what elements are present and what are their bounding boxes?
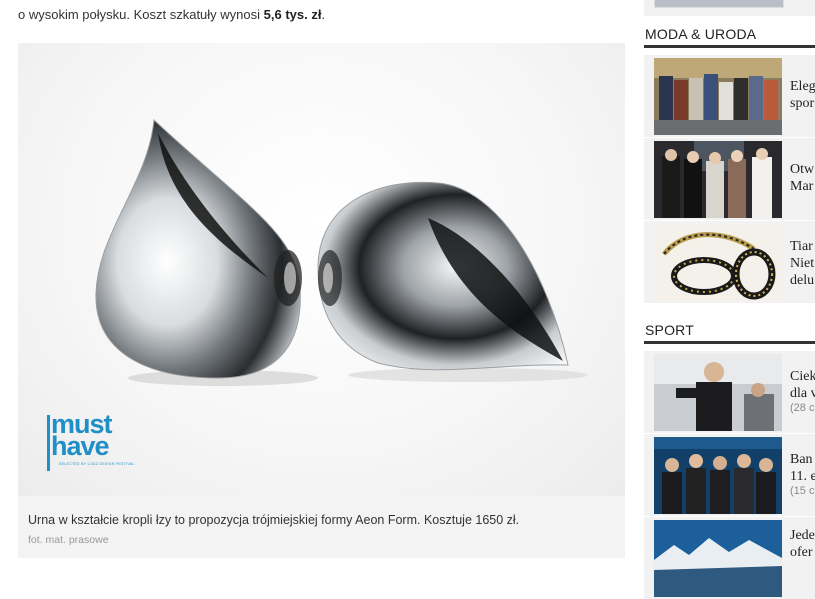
item-thumbnail[interactable]: [654, 141, 782, 218]
item-title[interactable]: Ciek dla v: [790, 368, 815, 402]
sidebar-top-thumbnail[interactable]: [654, 0, 784, 8]
item-title[interactable]: Jede ofer: [790, 527, 815, 561]
item-thumbnail[interactable]: [654, 520, 782, 597]
item-thumbnail[interactable]: [654, 437, 782, 514]
sidebar-item[interactable]: Ban 11. e (15 c: [644, 434, 815, 516]
section-header-sport[interactable]: SPORT: [644, 321, 815, 344]
section-header-moda-uroda[interactable]: MODA & URODA: [644, 25, 815, 48]
comment-count[interactable]: (28 c: [790, 402, 814, 414]
photo-credit: fot. mat. prasowe: [28, 534, 109, 546]
must-have-logo: must have SELECTED BY LODZ DESIGN FESTIV…: [47, 411, 134, 473]
item-thumbnail[interactable]: [654, 354, 782, 431]
sidebar-item[interactable]: Eleg spor: [644, 55, 815, 137]
athlete-training-photo: [654, 354, 782, 431]
logo-line2: have: [51, 431, 110, 461]
team-group-photo: [654, 437, 782, 514]
section-title: MODA & URODA: [645, 26, 757, 42]
article-photo[interactable]: must have SELECTED BY LODZ DESIGN FESTIV…: [18, 43, 625, 496]
sidebar: MODA & URODA Eleg spor Otw Mar Tiar Niet…: [644, 0, 815, 599]
logo-bar: [47, 415, 50, 471]
item-title[interactable]: Eleg spor: [790, 78, 815, 112]
sidebar-item[interactable]: Otw Mar: [644, 138, 815, 220]
item-thumbnail[interactable]: [654, 224, 782, 301]
item-title[interactable]: Tiar Niet delu: [790, 238, 815, 289]
sidebar-item[interactable]: Jede ofer: [644, 517, 815, 599]
intro-price: 5,6 tys. zł: [263, 7, 322, 22]
event-guests-photo: [654, 141, 782, 218]
fashion-crowd-photo: [654, 58, 782, 135]
jewelry-photo: [654, 224, 782, 301]
item-title[interactable]: Otw Mar: [790, 161, 815, 195]
photo-caption: Urna w kształcie kropli łzy to propozycj…: [28, 513, 520, 527]
sidebar-item[interactable]: Tiar Niet delu: [644, 221, 815, 303]
item-title[interactable]: Ban 11. e: [790, 451, 815, 485]
article-intro-line: o wysokim połysku. Koszt szkatuły wynosi…: [18, 6, 325, 24]
section-title: SPORT: [645, 322, 694, 338]
mountain-landscape-photo: [654, 520, 782, 597]
item-thumbnail[interactable]: [654, 58, 782, 135]
sidebar-item[interactable]: Ciek dla v (28 c: [644, 351, 815, 433]
logo-tagline: SELECTED BY LODZ DESIGN FESTIVAL: [59, 462, 135, 466]
intro-text: o wysokim połysku. Koszt szkatuły wynosi: [18, 7, 264, 22]
comment-count[interactable]: (15 c: [790, 485, 814, 497]
photo-card: must have SELECTED BY LODZ DESIGN FESTIV…: [18, 43, 625, 558]
intro-suffix: .: [321, 7, 326, 22]
